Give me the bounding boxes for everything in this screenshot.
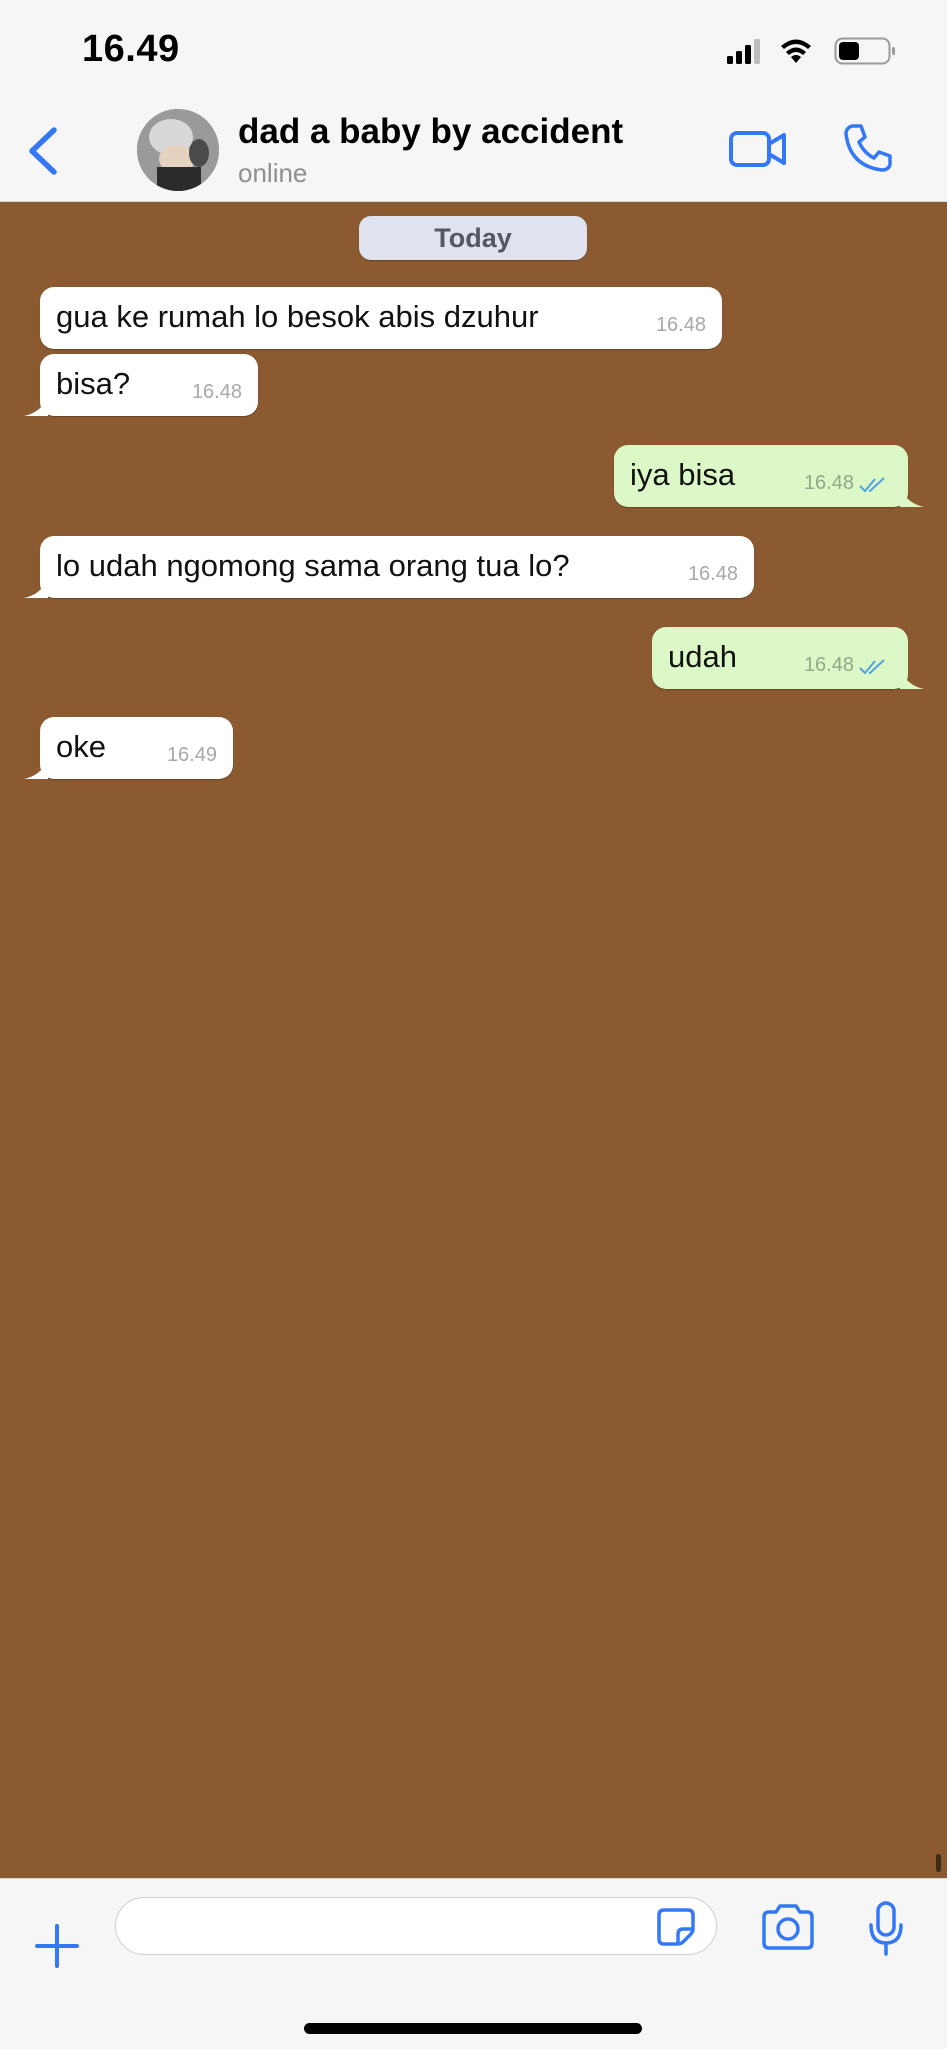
message-time: 16.48 <box>191 381 242 403</box>
message-time: 16.48 <box>687 563 738 585</box>
message-bubble-incoming[interactable]: gua ke rumah lo besok abis dzuhur 16.48 <box>40 287 722 349</box>
message-input[interactable] <box>115 1897 717 1955</box>
contact-status: online <box>238 158 308 188</box>
bubble-tail <box>900 487 924 507</box>
message-bubble-incoming[interactable]: oke 16.49 <box>24 717 233 779</box>
message-bubble-incoming[interactable]: lo udah ngomong sama orang tua lo? 16.48 <box>24 536 754 598</box>
video-call-button[interactable] <box>728 124 788 174</box>
status-icons <box>727 37 895 65</box>
chat-area[interactable]: Today gua ke rumah lo besok abis dzuhur … <box>0 202 947 1878</box>
voice-call-button[interactable] <box>842 122 894 174</box>
bubble-tail <box>24 396 48 416</box>
battery-icon <box>834 37 895 65</box>
attach-button[interactable] <box>34 1923 80 1969</box>
avatar-photo <box>137 109 219 191</box>
read-receipt-icon <box>859 659 885 675</box>
message-bubble-incoming[interactable]: bisa? 16.48 <box>24 354 258 416</box>
read-receipt-icon <box>859 477 885 493</box>
message-bubble-outgoing[interactable]: iya bisa 16.48 <box>614 445 924 507</box>
message-text: iya bisa <box>630 457 736 492</box>
message-text: lo udah ngomong sama orang tua lo? <box>56 548 570 583</box>
input-bar <box>0 1878 947 2049</box>
message-text: oke <box>56 729 106 764</box>
bubble-tail <box>900 669 924 689</box>
message-time: 16.48 <box>655 314 706 336</box>
camera-button[interactable] <box>760 1903 816 1951</box>
message-time: 16.49 <box>166 744 217 766</box>
status-bar: 16.49 <box>0 0 947 100</box>
scroll-indicator[interactable] <box>936 1854 941 1872</box>
cellular-signal-icon <box>727 39 760 64</box>
sticker-button[interactable] <box>656 1907 696 1947</box>
message-bubble-outgoing[interactable]: udah 16.48 <box>652 627 924 689</box>
status-time: 16.49 <box>82 28 180 70</box>
bubble-tail <box>24 578 48 598</box>
message-text: bisa? <box>56 366 131 401</box>
contact-avatar[interactable] <box>137 109 219 191</box>
bubble-tail <box>24 759 48 779</box>
message-time: 16.48 <box>803 472 854 494</box>
contact-name[interactable]: dad a baby by accident <box>238 112 623 152</box>
back-button[interactable] <box>24 126 64 176</box>
message-text: udah <box>668 639 737 674</box>
home-indicator[interactable] <box>304 2023 642 2034</box>
date-separator: Today <box>359 216 587 260</box>
microphone-button[interactable] <box>868 1901 904 1957</box>
message-text: gua ke rumah lo besok abis dzuhur <box>56 299 539 334</box>
chat-header: dad a baby by accident online <box>0 100 947 202</box>
message-time: 16.48 <box>803 654 854 676</box>
wifi-icon <box>781 39 811 63</box>
